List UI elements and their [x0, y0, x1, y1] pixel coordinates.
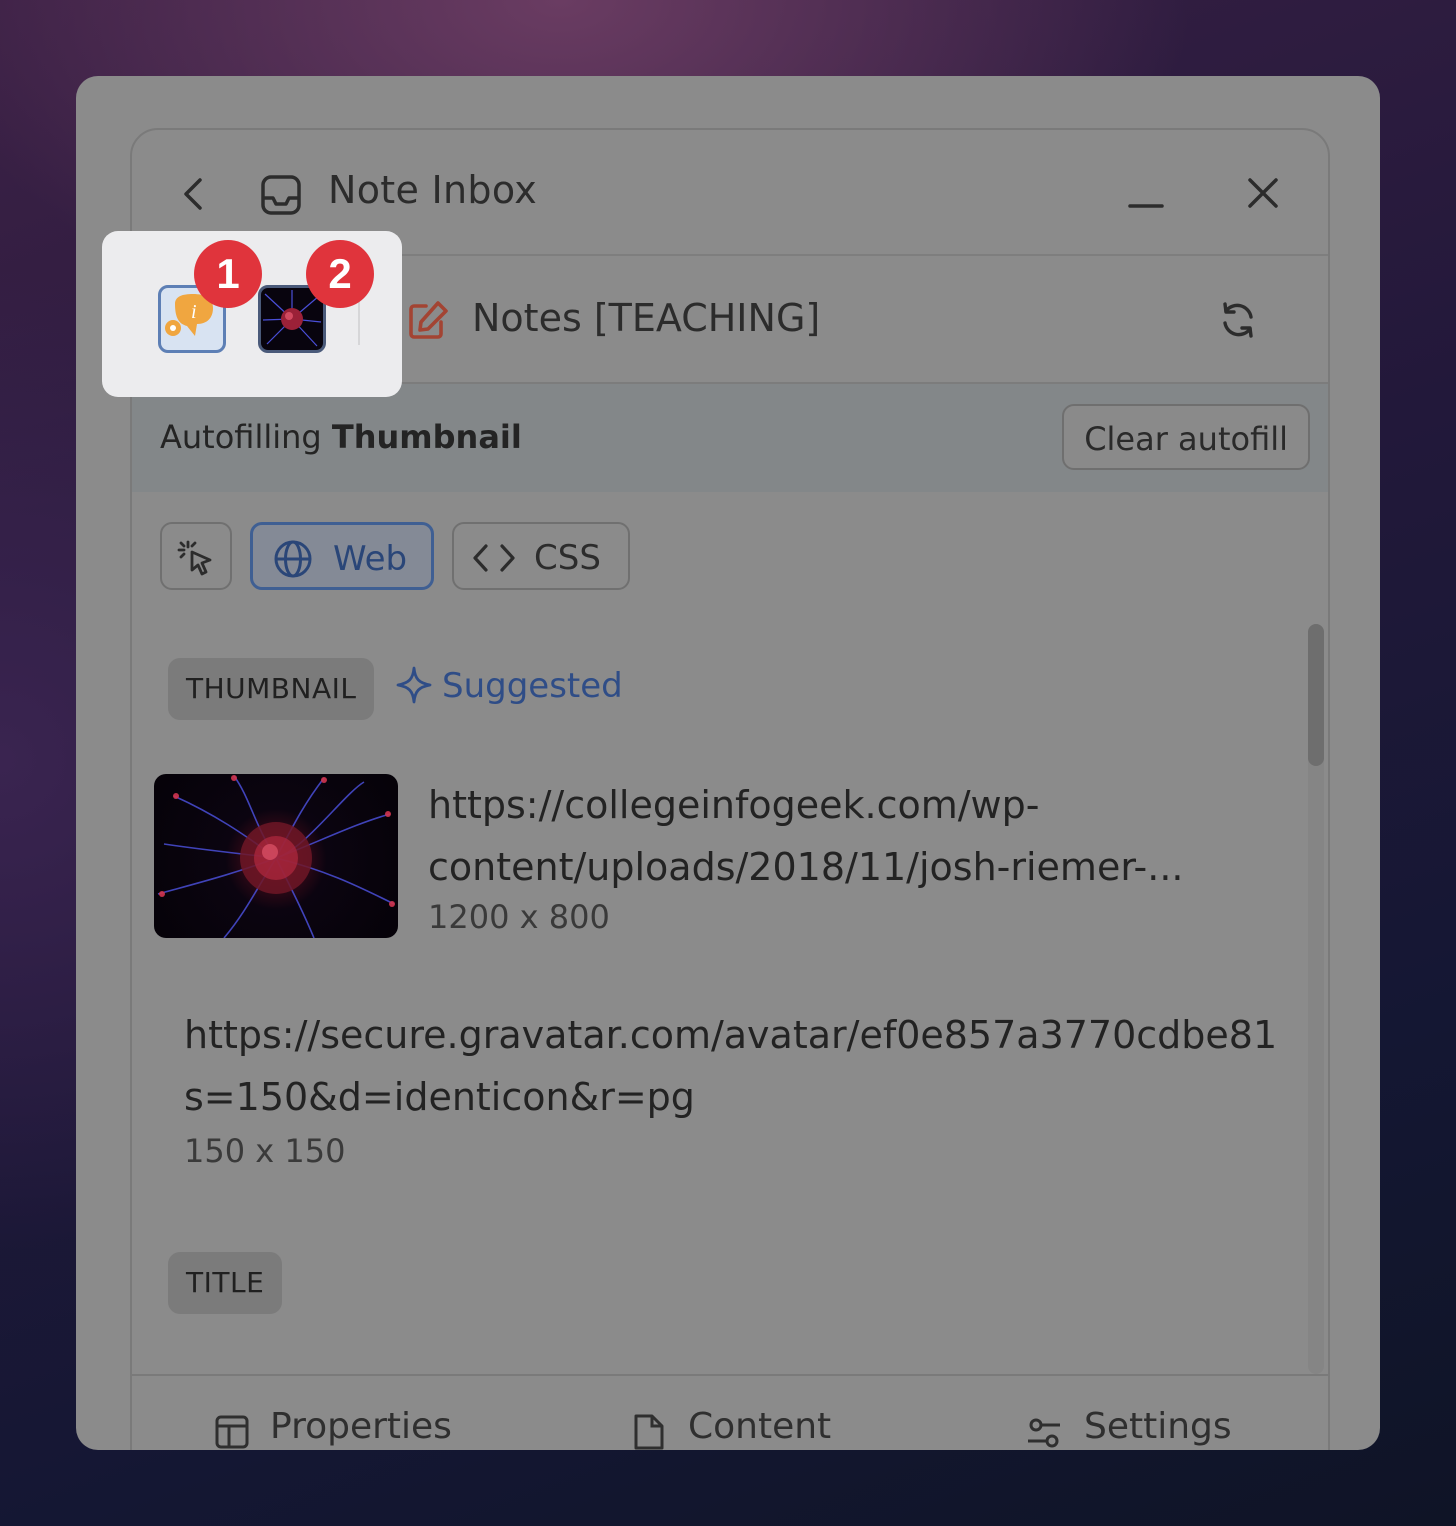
image-dimensions: 1200 x 800	[428, 898, 610, 936]
content-file-icon	[634, 1414, 664, 1450]
thumbnail-preview-image[interactable]	[154, 774, 398, 938]
cursor-click-icon	[177, 540, 212, 576]
back-chevron-icon[interactable]	[178, 174, 208, 214]
thumbnail-option-url[interactable]: https://collegeinfogeek.com/wp- content/…	[428, 774, 1248, 898]
step-badge-1: 1	[194, 240, 262, 308]
css-label: CSS	[534, 538, 601, 578]
tab-content[interactable]: Content	[688, 1406, 831, 1447]
image-dimensions: 150 x 150	[184, 1132, 346, 1170]
globe-icon	[274, 540, 312, 578]
thumbnail-section-tag: THUMBNAIL	[168, 658, 375, 720]
picker-tool-button[interactable]	[160, 522, 232, 590]
web-tool-button[interactable]: Web	[250, 522, 434, 590]
autofill-status: Autofilling Thumbnail	[160, 418, 522, 456]
minimize-icon[interactable]	[1128, 192, 1164, 212]
suggested-label[interactable]: Suggested	[442, 666, 623, 706]
url-line-1: https://secure.gravatar.com/avatar/ef0e8…	[184, 1013, 1278, 1057]
clear-autofill-button[interactable]: Clear autofill	[1062, 404, 1310, 470]
tab-settings[interactable]: Settings	[1084, 1406, 1232, 1447]
source-title[interactable]: Notes [TEACHING]	[472, 296, 820, 340]
sparkle-icon	[396, 666, 432, 704]
code-brackets-icon	[473, 544, 515, 572]
inbox-icon	[261, 175, 301, 215]
thumbnail-option-url[interactable]: https://secure.gravatar.com/avatar/ef0e8…	[184, 1004, 1294, 1128]
plasma-thumbnail-icon	[262, 290, 322, 347]
title-section-tag: TITLE	[168, 1252, 283, 1314]
properties-icon	[215, 1415, 249, 1449]
web-label: Web	[333, 539, 408, 579]
close-icon[interactable]	[1246, 176, 1280, 210]
bottom-tab-bar: Properties Content Settings	[132, 1374, 1328, 1450]
tab-properties[interactable]: Properties	[270, 1406, 452, 1447]
scrollbar[interactable]	[1308, 624, 1324, 1374]
autofill-field: Thumbnail	[331, 418, 522, 456]
url-line-2: s=150&d=identicon&r=pg	[184, 1075, 695, 1119]
scrollbar-thumb[interactable]	[1308, 624, 1324, 766]
step-badge-2: 2	[306, 240, 374, 308]
url-line-1: https://collegeinfogeek.com/wp-	[428, 783, 1040, 827]
page-title: Note Inbox	[328, 168, 538, 212]
autofill-prefix: Autofilling	[160, 418, 322, 456]
url-line-2: content/uploads/2018/11/josh-riemer-...	[428, 845, 1184, 889]
refresh-icon[interactable]	[1218, 300, 1258, 340]
autofill-banner: Autofilling Thumbnail Clear autofill	[132, 384, 1328, 492]
edit-note-icon	[409, 301, 448, 339]
settings-sliders-icon	[1028, 1418, 1060, 1448]
plasma-ball-image	[157, 775, 395, 938]
svg-text:i: i	[191, 301, 197, 323]
css-tool-button[interactable]: CSS	[452, 522, 630, 590]
